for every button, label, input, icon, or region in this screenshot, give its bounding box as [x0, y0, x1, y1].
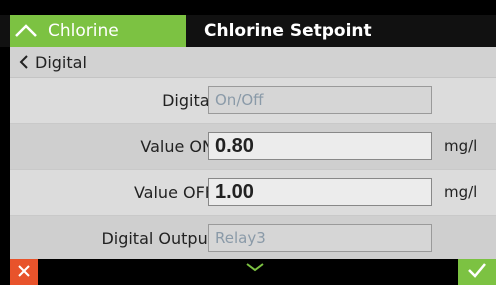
- row-label: Value OFF: [133, 183, 214, 202]
- back-breadcrumb[interactable]: Digital: [10, 47, 496, 78]
- unit-label: mg/l: [444, 137, 478, 155]
- digital-output-field[interactable]: Relay3: [208, 224, 432, 252]
- breadcrumb-label: Digital: [35, 52, 87, 72]
- footer-bar: [0, 259, 496, 285]
- row-digital-output: Digital Output Relay3: [10, 216, 496, 262]
- row-digital-mode: Digital On/Off: [10, 78, 496, 124]
- value-on-input[interactable]: 0.80: [208, 132, 432, 160]
- parent-menu-tab[interactable]: Chlorine: [10, 15, 186, 47]
- screen: Chlorine Chlorine Setpoint Digital Digit…: [0, 0, 496, 285]
- header-bar: Chlorine Chlorine Setpoint: [0, 15, 496, 47]
- chevron-down-icon: [245, 257, 265, 276]
- row-value-off: Value OFF 1.00 mg/l: [10, 170, 496, 216]
- row-label: Digital: [162, 91, 214, 110]
- field-value: 0.80: [215, 134, 254, 157]
- cancel-button[interactable]: [10, 259, 38, 285]
- parent-menu-label: Chlorine: [48, 21, 119, 41]
- row-label: Digital Output: [101, 229, 214, 248]
- chevron-up-icon: [10, 15, 42, 47]
- field-value: On/Off: [215, 91, 264, 109]
- value-off-input[interactable]: 1.00: [208, 178, 432, 206]
- checkmark-icon: [467, 262, 487, 282]
- settings-panel: Digital Digital On/Off Value ON 0.80 mg/…: [10, 47, 496, 262]
- digital-mode-field[interactable]: On/Off: [208, 86, 432, 114]
- scroll-down-button[interactable]: [240, 259, 270, 273]
- close-icon: [17, 263, 31, 282]
- field-value: 1.00: [215, 180, 254, 203]
- chevron-left-icon: [13, 47, 35, 77]
- field-value: Relay3: [215, 229, 266, 247]
- page-title: Chlorine Setpoint: [204, 21, 372, 41]
- row-value-on: Value ON 0.80 mg/l: [10, 124, 496, 170]
- unit-label: mg/l: [444, 183, 478, 201]
- row-label: Value ON: [140, 137, 214, 156]
- confirm-button[interactable]: [458, 259, 496, 285]
